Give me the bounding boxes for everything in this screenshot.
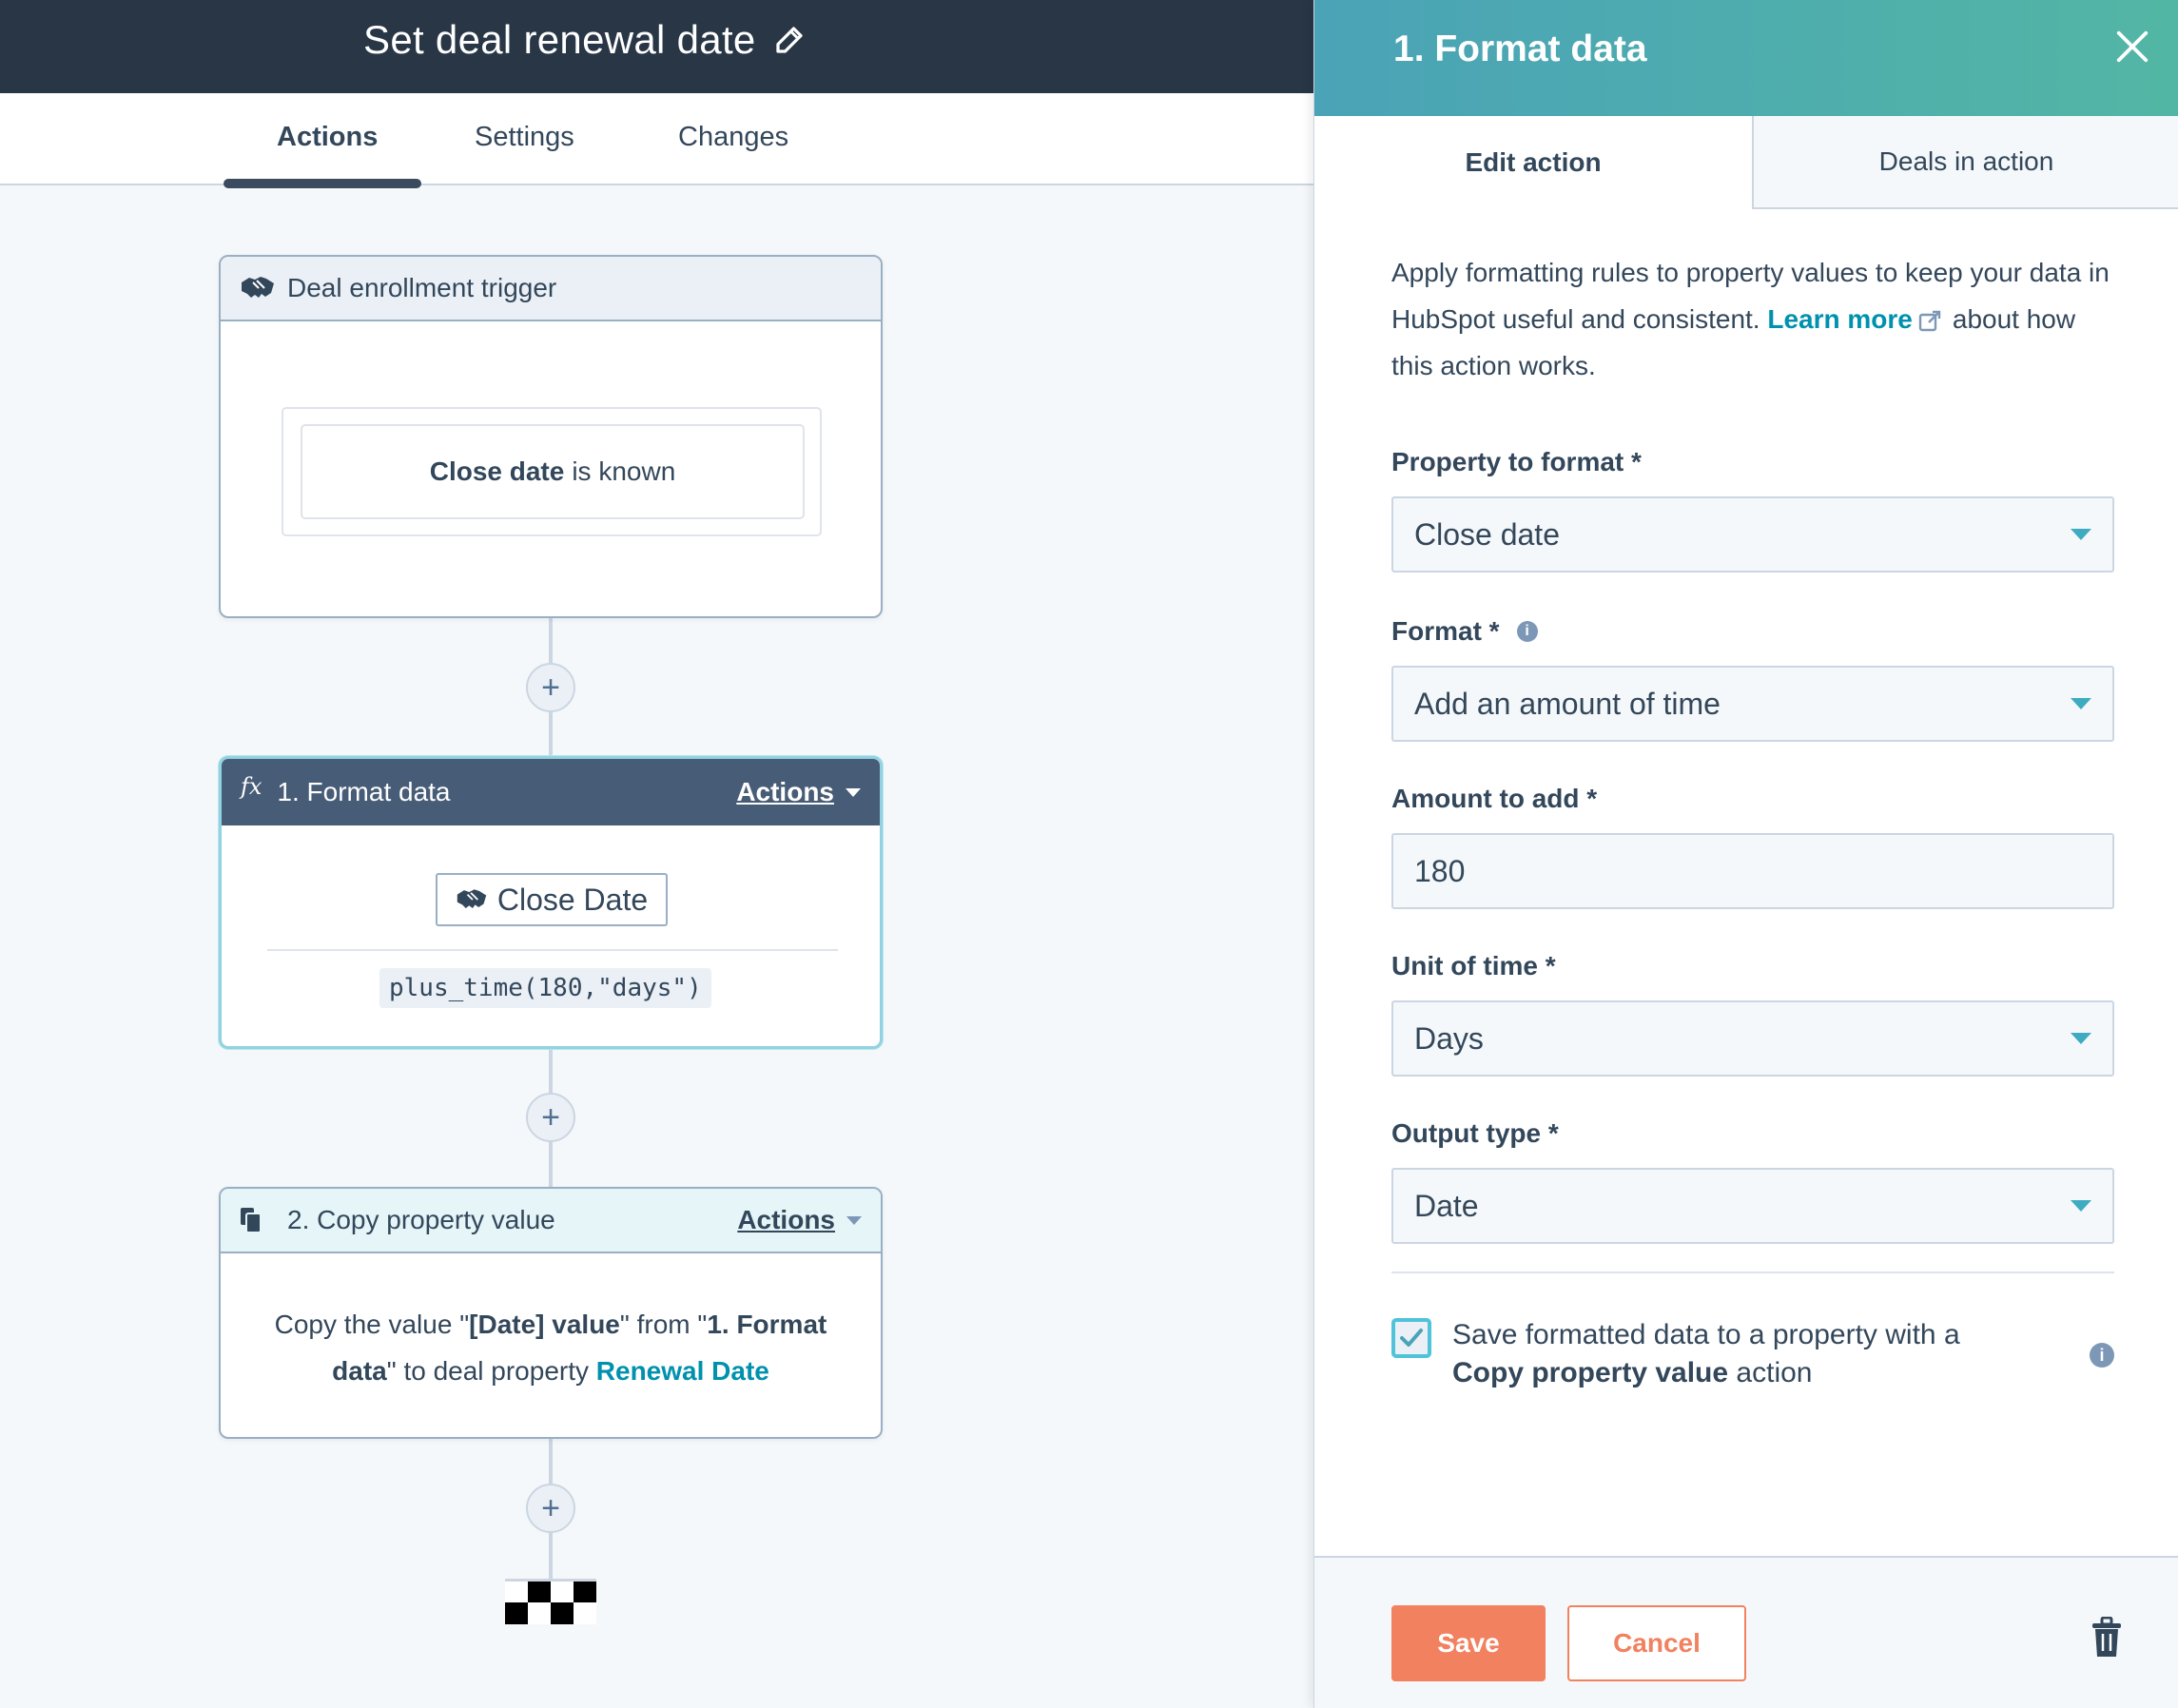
external-link-icon bbox=[1918, 310, 1941, 331]
select-value: Add an amount of time bbox=[1414, 686, 1721, 721]
field-property-to-format: Property to format * Close date bbox=[1391, 447, 2114, 573]
panel-footer: Save Cancel bbox=[1314, 1556, 2178, 1708]
target-property-link[interactable]: Renewal Date bbox=[596, 1356, 769, 1386]
field-format: Format * i Add an amount of time bbox=[1391, 616, 2114, 742]
caret-down-icon bbox=[846, 1215, 862, 1225]
desc-text: Copy the value " bbox=[274, 1310, 470, 1339]
checkbox-label-text: Save formatted data to a property with a bbox=[1452, 1319, 1960, 1350]
checkbox-label[interactable]: Save formatted data to a property with a… bbox=[1452, 1316, 1960, 1392]
dropdown-arrow-icon bbox=[2071, 1033, 2091, 1044]
save-button[interactable]: Save bbox=[1391, 1605, 1546, 1681]
property-token: Close Date bbox=[436, 873, 668, 926]
add-action-button[interactable]: + bbox=[526, 663, 575, 712]
format-expression: plus_time(180,"days") bbox=[379, 968, 711, 1008]
workflow-editor: Set deal renewal date Actions Settings C… bbox=[0, 0, 2178, 1708]
action-title: 2. Copy property value bbox=[287, 1205, 555, 1234]
desc-text: " to deal property bbox=[386, 1356, 596, 1386]
filter-operator: is known bbox=[572, 456, 676, 486]
enrollment-trigger-card[interactable]: Deal enrollment trigger Close date is kn… bbox=[219, 255, 883, 618]
desc-text: " from " bbox=[619, 1310, 708, 1339]
field-label: Amount to add * bbox=[1391, 784, 1598, 813]
field-label: Unit of time * bbox=[1391, 951, 1556, 980]
field-amount-to-add: Amount to add * 180 bbox=[1391, 784, 2114, 909]
field-output-type: Output type * Date bbox=[1391, 1118, 2114, 1244]
save-formatted-data-option: Save formatted data to a property with a… bbox=[1391, 1316, 2114, 1392]
caret-down-icon bbox=[846, 787, 861, 797]
trash-icon[interactable] bbox=[2091, 1617, 2122, 1659]
tab-edit-action[interactable]: Edit action bbox=[1314, 116, 1752, 209]
actions-dropdown[interactable]: Actions bbox=[736, 777, 861, 807]
select-value: Close date bbox=[1414, 516, 1560, 552]
trigger-card-header: Deal enrollment trigger bbox=[221, 257, 881, 321]
amount-to-add-input[interactable]: 180 bbox=[1391, 833, 2114, 909]
divider bbox=[267, 949, 838, 951]
panel-tabs: Edit action Deals in action bbox=[1314, 116, 2178, 209]
tab-changes[interactable]: Changes bbox=[678, 122, 788, 153]
output-type-select[interactable]: Date bbox=[1391, 1168, 2114, 1244]
tab-actions[interactable]: Actions bbox=[277, 122, 378, 153]
copy-icon bbox=[240, 1207, 276, 1233]
close-icon[interactable] bbox=[2114, 29, 2150, 65]
divider bbox=[1391, 1271, 2114, 1273]
field-label: Output type * bbox=[1391, 1118, 1559, 1148]
intro-text: Apply formatting rules to property value… bbox=[1391, 249, 2114, 389]
actions-label: Actions bbox=[736, 777, 834, 806]
dropdown-arrow-icon bbox=[2071, 529, 2091, 540]
property-token-label: Close Date bbox=[496, 882, 649, 917]
workflow-title[interactable]: Set deal renewal date bbox=[363, 17, 756, 63]
property-to-format-select[interactable]: Close date bbox=[1391, 496, 2114, 573]
active-tab-indicator bbox=[224, 179, 421, 188]
format-data-action-card[interactable]: fx 1. Format data Actions Close Date plu… bbox=[219, 756, 883, 1049]
action-card-header: fx 1. Format data Actions bbox=[222, 759, 880, 825]
panel-title: 1. Format data bbox=[1393, 29, 1647, 69]
actions-label: Actions bbox=[737, 1205, 835, 1234]
panel-body: Apply formatting rules to property value… bbox=[1391, 249, 2114, 1388]
unit-of-time-select[interactable]: Days bbox=[1391, 1000, 2114, 1077]
action-title: 1. Format data bbox=[277, 777, 451, 806]
workflow-end-flag-icon bbox=[505, 1579, 596, 1624]
field-unit-of-time: Unit of time * Days bbox=[1391, 951, 2114, 1077]
actions-dropdown[interactable]: Actions bbox=[737, 1205, 862, 1235]
tab-settings[interactable]: Settings bbox=[475, 122, 574, 153]
select-value: Days bbox=[1414, 1020, 1484, 1056]
add-action-button[interactable]: + bbox=[526, 1484, 575, 1533]
handshake-icon bbox=[457, 889, 487, 908]
field-label: Format * i bbox=[1391, 616, 2114, 647]
function-icon: fx bbox=[241, 773, 263, 800]
input-value: 180 bbox=[1414, 853, 1466, 888]
field-label-text: Format * bbox=[1391, 616, 1500, 646]
checkbox-label-text: action bbox=[1736, 1357, 1813, 1388]
dropdown-arrow-icon bbox=[2071, 1200, 2091, 1212]
cancel-button[interactable]: Cancel bbox=[1567, 1605, 1746, 1681]
trigger-filter-group: Close date is known bbox=[282, 407, 822, 536]
checkbox-label-bold: Copy property value bbox=[1452, 1357, 1729, 1388]
workflow-header: Set deal renewal date bbox=[0, 0, 1313, 93]
checkmark-icon bbox=[1400, 1329, 1423, 1347]
add-action-button[interactable]: + bbox=[526, 1093, 575, 1142]
copy-property-action-card[interactable]: 2. Copy property value Actions Copy the … bbox=[219, 1187, 883, 1439]
dropdown-arrow-icon bbox=[2071, 698, 2091, 709]
info-icon[interactable]: i bbox=[1516, 621, 1538, 642]
field-label: Property to format * bbox=[1391, 447, 1642, 476]
learn-more-link[interactable]: Learn more bbox=[1767, 304, 1913, 334]
handshake-icon bbox=[240, 275, 276, 301]
format-select[interactable]: Add an amount of time bbox=[1391, 666, 2114, 742]
info-icon[interactable]: i bbox=[2090, 1343, 2114, 1368]
select-value: Date bbox=[1414, 1188, 1479, 1223]
pencil-icon[interactable] bbox=[772, 23, 807, 57]
filter-property: Close date bbox=[429, 456, 565, 486]
action-card-header: 2. Copy property value Actions bbox=[221, 1189, 881, 1253]
trigger-title: Deal enrollment trigger bbox=[287, 273, 557, 302]
panel-header: 1. Format data bbox=[1314, 0, 2178, 116]
desc-source-value: [Date] value bbox=[469, 1310, 620, 1339]
action-side-panel: 1. Format data Edit action Deals in acti… bbox=[1313, 0, 2178, 1708]
tab-deals-in-action[interactable]: Deals in action bbox=[1752, 116, 2178, 209]
action-description: Copy the value "[Date] value" from "1. F… bbox=[259, 1301, 843, 1394]
trigger-filter[interactable]: Close date is known bbox=[301, 424, 805, 519]
workflow-tabs: Actions Settings Changes bbox=[0, 93, 1313, 185]
save-formatted-data-checkbox[interactable] bbox=[1391, 1318, 1431, 1358]
